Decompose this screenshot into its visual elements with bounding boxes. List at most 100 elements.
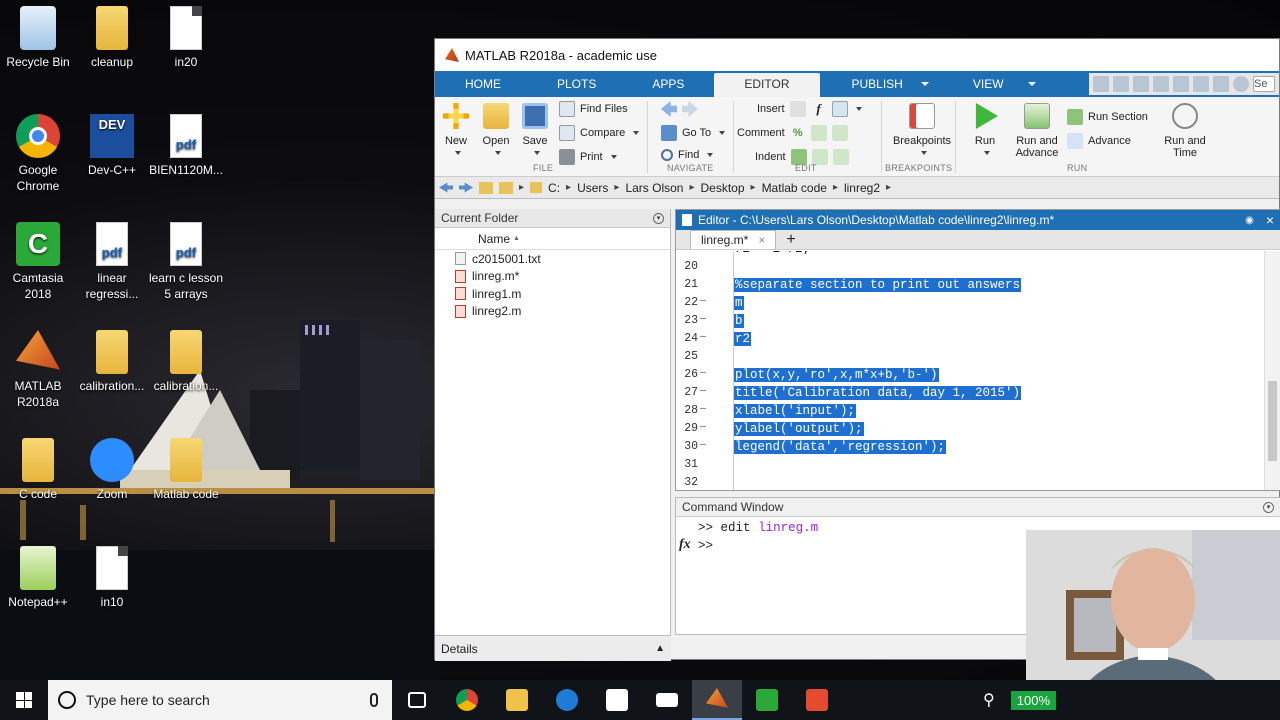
- breakpoint-marker[interactable]: —: [700, 422, 706, 433]
- insert-button[interactable]: Insert f: [757, 101, 862, 117]
- tab-editor[interactable]: EDITOR: [714, 73, 820, 97]
- taskbar-mail[interactable]: [642, 680, 692, 720]
- editor-vertical-scrollbar[interactable]: [1264, 251, 1280, 490]
- go-to-button[interactable]: Go To: [661, 125, 726, 141]
- code-line[interactable]: plot(x,y,'ro',x,m*x+b,'b-'): [734, 368, 939, 382]
- taskbar-chrome[interactable]: [442, 680, 492, 720]
- file-row[interactable]: linreg.m*: [435, 268, 670, 286]
- desktop-icon-in20[interactable]: in20: [148, 6, 224, 70]
- switch-windows-icon[interactable]: [1213, 76, 1229, 92]
- breakpoint-marker[interactable]: —: [700, 368, 706, 379]
- tab-publish[interactable]: PUBLISH: [820, 73, 935, 97]
- code-line[interactable]: r2 = 1-r2;: [734, 251, 811, 256]
- breadcrumb-users[interactable]: Users: [577, 181, 608, 195]
- taskbar-store[interactable]: [592, 680, 642, 720]
- breadcrumb-matlab-code[interactable]: Matlab code: [762, 181, 827, 195]
- chevron-up-icon[interactable]: ▲: [655, 643, 665, 654]
- breakpoint-marker[interactable]: —: [700, 314, 706, 325]
- name-column-header[interactable]: Name ▲: [435, 228, 670, 250]
- open-button[interactable]: Open: [481, 103, 511, 159]
- tab-view[interactable]: VIEW: [935, 73, 1042, 97]
- panel-menu-icon[interactable]: ▾: [653, 212, 664, 224]
- code-line[interactable]: ylabel('output');: [734, 422, 864, 436]
- print-button[interactable]: Print: [559, 149, 617, 165]
- breadcrumb-desktop[interactable]: Desktop: [701, 181, 745, 195]
- desktop-icon-chrome[interactable]: Google Chrome: [0, 114, 76, 194]
- run-button[interactable]: Run: [969, 103, 1001, 159]
- code-area[interactable]: 19 r2 = 1-r2; 20 21 %separate section to pri…: [676, 251, 1264, 490]
- close-icon[interactable]: ×: [758, 233, 765, 247]
- fx-icon[interactable]: fx: [679, 537, 691, 553]
- desktop-icon-learn-c-pdf[interactable]: pdf learn c lesson 5 arrays: [148, 222, 224, 302]
- desktop-icon-cleanup[interactable]: cleanup: [74, 6, 150, 70]
- breakpoints-button[interactable]: Breakpoints: [887, 103, 957, 159]
- help-icon[interactable]: [1233, 76, 1249, 92]
- forward-arrow-icon[interactable]: [459, 182, 473, 193]
- desktop-icon-zoom[interactable]: Zoom: [74, 438, 150, 502]
- people-icon[interactable]: ⚲: [983, 690, 995, 710]
- comment-button[interactable]: Comment%: [737, 125, 848, 141]
- up-folder-icon[interactable]: [479, 181, 493, 194]
- find-button[interactable]: Find: [661, 149, 714, 161]
- taskbar-edge[interactable]: [542, 680, 592, 720]
- copy-icon[interactable]: [1133, 76, 1149, 92]
- scrollbar-thumb[interactable]: [1268, 381, 1277, 461]
- file-row[interactable]: linreg1.m: [435, 285, 670, 303]
- run-and-time-button[interactable]: Run and Time: [1163, 103, 1207, 159]
- breadcrumb-lars-olson[interactable]: Lars Olson: [625, 181, 683, 195]
- breakpoint-marker[interactable]: —: [700, 296, 706, 307]
- panel-menu-icon[interactable]: ◉: [1245, 215, 1254, 226]
- code-line[interactable]: %separate section to print out answers: [734, 278, 1022, 292]
- breakpoint-marker[interactable]: —: [700, 404, 706, 415]
- taskbar-search-box[interactable]: Type here to search: [48, 680, 392, 720]
- desktop-icon-calibration-folder[interactable]: calibration...: [74, 330, 150, 394]
- paste-icon[interactable]: [1153, 76, 1169, 92]
- breadcrumb-linreg2[interactable]: linreg2: [844, 181, 880, 195]
- close-icon[interactable]: ×: [1260, 212, 1280, 228]
- cut-icon[interactable]: [1113, 76, 1129, 92]
- back-forward-buttons[interactable]: [661, 101, 698, 117]
- compare-button[interactable]: Compare: [559, 125, 640, 141]
- desktop-icon-notepadpp[interactable]: Notepad++: [0, 546, 76, 610]
- editor-tab-linreg[interactable]: linreg.m* ×: [690, 230, 777, 249]
- advance-button[interactable]: Advance: [1067, 133, 1131, 149]
- desktop-icon-camtasia[interactable]: C Camtasia 2018: [0, 222, 76, 302]
- save-icon[interactable]: [1093, 76, 1109, 92]
- taskbar-file-explorer[interactable]: [492, 680, 542, 720]
- microphone-icon[interactable]: [370, 693, 378, 707]
- code-line[interactable]: b: [734, 314, 744, 328]
- code-line[interactable]: title('Calibration data, day 1, 2015'): [734, 386, 1022, 400]
- desktop-icon-matlab-code[interactable]: Matlab code: [148, 438, 224, 502]
- desktop-icon-linear-regression-pdf[interactable]: pdf linear regressi...: [74, 222, 150, 302]
- undo-icon[interactable]: [1173, 76, 1189, 92]
- find-files-button[interactable]: Find Files: [559, 101, 628, 117]
- taskbar-camtasia-recorder[interactable]: [792, 680, 842, 720]
- search-documentation-input[interactable]: Se: [1253, 76, 1275, 92]
- run-section-button[interactable]: Run Section: [1067, 109, 1148, 125]
- code-line[interactable]: r2: [734, 332, 752, 346]
- file-row[interactable]: linreg2.m: [435, 303, 670, 321]
- run-and-advance-button[interactable]: Run and Advance: [1015, 103, 1059, 159]
- desktop-icon-calibration-zip[interactable]: calibration...: [148, 330, 224, 394]
- desktop-icon-in10[interactable]: in10: [74, 546, 150, 610]
- start-button[interactable]: [0, 680, 48, 720]
- task-view-button[interactable]: [392, 680, 442, 720]
- save-button[interactable]: Save: [521, 103, 549, 159]
- new-button[interactable]: New: [443, 103, 469, 159]
- file-row[interactable]: c2015001.txt: [435, 250, 670, 268]
- breakpoint-marker[interactable]: —: [700, 386, 706, 397]
- breadcrumb-c[interactable]: C:: [548, 181, 560, 195]
- panel-menu-icon[interactable]: ▾: [1263, 501, 1274, 513]
- taskbar-camtasia[interactable]: [742, 680, 792, 720]
- details-panel-header[interactable]: Details ▲: [435, 635, 671, 661]
- code-line[interactable]: legend('data','regression');: [734, 440, 947, 454]
- desktop-icon-devcpp[interactable]: DEV Dev-C++: [74, 114, 150, 178]
- battery-indicator[interactable]: 100%: [1010, 690, 1056, 710]
- redo-icon[interactable]: [1193, 76, 1209, 92]
- tab-home[interactable]: HOME: [435, 73, 531, 97]
- code-line[interactable]: xlabel('input');: [734, 404, 857, 418]
- window-titlebar[interactable]: MATLAB R2018a - academic use: [435, 39, 1279, 71]
- back-arrow-icon[interactable]: [439, 182, 453, 193]
- breakpoint-marker[interactable]: —: [700, 440, 706, 451]
- new-tab-icon[interactable]: +: [776, 231, 805, 249]
